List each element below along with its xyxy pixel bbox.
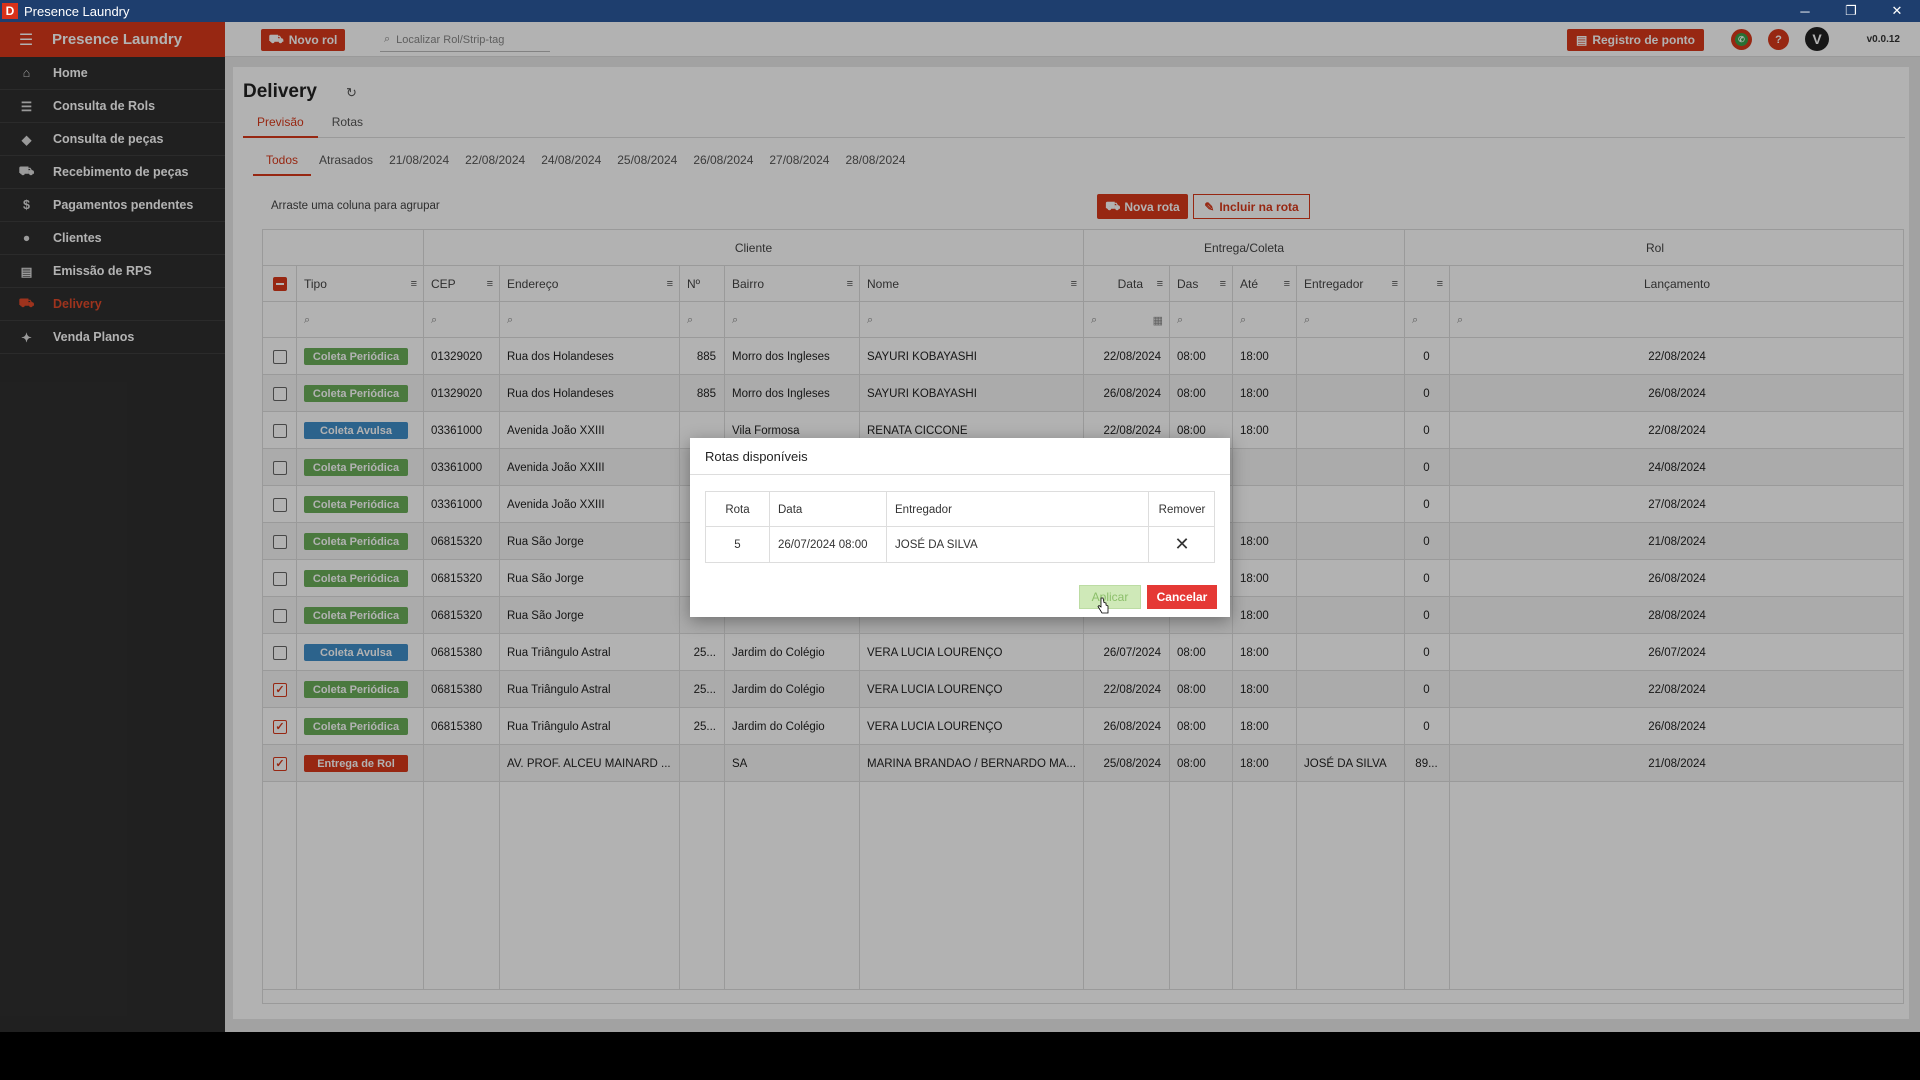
rotas-header-rota: Rota <box>725 503 750 516</box>
divider <box>769 492 770 562</box>
rotas-table-row[interactable]: 5 26/07/2024 08:00 JOSÉ DA SILVA ✕ <box>706 527 1214 562</box>
close-button[interactable]: ✕ <box>1874 0 1920 22</box>
restore-button[interactable]: ❐ <box>1828 0 1874 22</box>
rota-entregador: JOSÉ DA SILVA <box>895 538 978 551</box>
divider <box>1148 492 1149 562</box>
remove-icon[interactable]: ✕ <box>1148 527 1216 562</box>
app-icon: D <box>2 3 18 19</box>
rotas-header-entregador: Entregador <box>895 503 952 516</box>
rotas-table-header: Rota Data Entregador Remover <box>706 492 1214 527</box>
hand-cursor-icon <box>1097 597 1109 614</box>
aplicar-button[interactable]: Aplicar <box>1079 585 1141 609</box>
rotas-table: Rota Data Entregador Remover 5 26/07/202… <box>705 491 1215 563</box>
window-titlebar: D Presence Laundry ─ ❐ ✕ <box>0 0 1920 22</box>
rota-data: 26/07/2024 08:00 <box>778 538 868 551</box>
window-title: Presence Laundry <box>24 3 130 19</box>
rota-number: 5 <box>734 538 741 551</box>
rotas-header-data: Data <box>778 503 803 516</box>
rotas-disponiveis-dialog: Rotas disponíveis Rota Data Entregador R… <box>690 438 1230 617</box>
rotas-header-remover: Remover <box>1158 503 1206 516</box>
minimize-button[interactable]: ─ <box>1782 0 1828 22</box>
screen-bottom <box>0 1032 1920 1080</box>
dialog-title: Rotas disponíveis <box>690 438 1230 475</box>
divider <box>886 492 887 562</box>
cancelar-button[interactable]: Cancelar <box>1147 585 1217 609</box>
